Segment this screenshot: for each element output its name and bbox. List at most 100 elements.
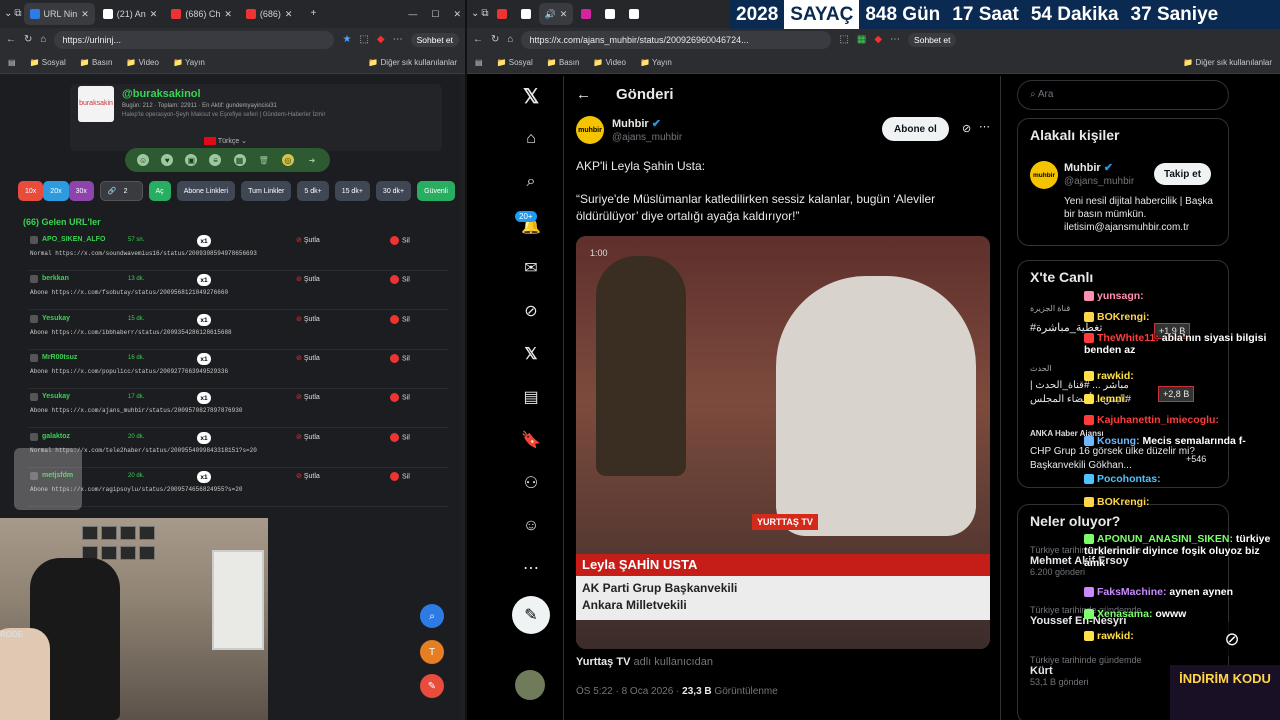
tab-x[interactable]: [623, 3, 645, 25]
tab-x[interactable]: [599, 3, 621, 25]
skip-button[interactable]: ⊘ Şutla: [296, 354, 320, 362]
bookmark-folder[interactable]: 📁 Video: [593, 58, 626, 67]
post-time[interactable]: ÖS 5:22 · 8 Oca 2026 ·: [576, 686, 682, 697]
row-multiplier[interactable]: x1: [197, 392, 211, 404]
bookmarks-icon[interactable]: 🔖: [521, 430, 541, 450]
grok-float-icon[interactable]: ⊘: [1212, 622, 1252, 656]
search-float-button[interactable]: ⌕: [420, 604, 444, 628]
new-tab-button[interactable]: +: [310, 9, 316, 19]
x-logo-icon[interactable]: 𝕏: [521, 86, 541, 108]
close-window-button[interactable]: ✕: [453, 9, 461, 20]
right-url-field[interactable]: https://x.com/ajans_muhbir/status/200926…: [521, 31, 832, 49]
grok-icon[interactable]: ⊘: [962, 122, 971, 135]
tab-x[interactable]: (21) An ✕: [97, 3, 164, 25]
row-link[interactable]: Normal https://x.com/soundwavemius16/sta…: [30, 250, 257, 257]
back-arrow-icon[interactable]: ←: [576, 86, 591, 103]
account-avatar[interactable]: [515, 670, 545, 700]
workspaces-icon[interactable]: ⧉: [481, 9, 488, 19]
tool-icon[interactable]: ▣: [185, 154, 198, 166]
row-username[interactable]: galaktoz: [42, 433, 70, 440]
tool-icon[interactable]: ☺: [137, 154, 150, 166]
delete-button[interactable]: Sil: [390, 433, 410, 442]
tab-youtube[interactable]: [491, 3, 513, 25]
home-icon[interactable]: ⌂: [507, 35, 513, 45]
bookmark-folder[interactable]: 📁 Basın: [547, 58, 580, 67]
related-name[interactable]: Muhbir ✔: [1064, 161, 1113, 174]
other-favorites[interactable]: 📁 Diğer sık kullanılanlar: [368, 58, 457, 67]
row-username[interactable]: Yesukay: [42, 315, 70, 322]
bookmark-folder[interactable]: 📁 Sosyal: [30, 58, 66, 67]
tool-icon[interactable]: ◎: [281, 154, 294, 166]
extension-icon[interactable]: ⬚: [839, 35, 848, 45]
subscriber-links-button[interactable]: Abone Linkleri: [176, 181, 236, 201]
related-avatar[interactable]: muhbir: [1030, 161, 1058, 189]
skip-button[interactable]: ⊘ Şutla: [296, 393, 320, 401]
tool-icon[interactable]: ♥: [161, 154, 174, 166]
other-favorites[interactable]: 📁 Diğer sık kullanılanlar: [1183, 58, 1272, 67]
skip-button[interactable]: ⊘ Şutla: [296, 472, 320, 480]
maximize-button[interactable]: ☐: [431, 9, 439, 20]
skip-button[interactable]: ⊘ Şutla: [296, 315, 320, 323]
all-links-button[interactable]: Tum Linkler: [241, 181, 292, 201]
row-username[interactable]: Yesukay: [42, 393, 70, 400]
row-multiplier[interactable]: x1: [197, 353, 211, 365]
favorites-icon[interactable]: ▤: [475, 58, 483, 67]
row-multiplier[interactable]: x1: [197, 274, 211, 286]
filter-30min-button[interactable]: 30 dk+: [375, 181, 412, 201]
tab-url-ninja[interactable]: URL Nin ✕: [23, 3, 95, 25]
bookmark-folder[interactable]: 📁 Video: [126, 58, 159, 67]
search-box[interactable]: ⌕ Ara: [1017, 80, 1229, 110]
tab-instagram[interactable]: [575, 3, 597, 25]
t-float-button[interactable]: T: [420, 640, 444, 664]
workspaces-icon[interactable]: ⧉: [14, 9, 21, 19]
extension-icon[interactable]: ◆: [874, 35, 882, 45]
home-icon[interactable]: ⌂: [521, 129, 541, 149]
filter-5min-button[interactable]: 5 dk+: [297, 181, 329, 201]
author-name[interactable]: Muhbir ✔: [612, 117, 661, 130]
back-icon[interactable]: ←: [473, 35, 483, 45]
skip-button[interactable]: ⊘ Şutla: [296, 275, 320, 283]
delete-button[interactable]: Sil: [390, 236, 410, 245]
home-icon[interactable]: ⌂: [40, 35, 46, 45]
source-user[interactable]: Yurttaş TV: [576, 656, 630, 668]
copilot-chat-button[interactable]: Sohbet et: [908, 33, 957, 47]
row-link[interactable]: Abone https://x.com/ajans_muhbir/status/…: [30, 407, 242, 414]
profile-icon[interactable]: ☺: [521, 516, 541, 536]
messages-icon[interactable]: ✉: [521, 258, 541, 278]
follow-button[interactable]: Abone ol: [882, 117, 949, 141]
minimize-button[interactable]: —: [408, 9, 417, 20]
tool-icon[interactable]: ▦: [233, 154, 246, 166]
trash-icon[interactable]: 🗑: [258, 154, 270, 166]
tab-menu-icon[interactable]: ⌄: [471, 9, 479, 19]
compose-post-button[interactable]: ✎: [512, 596, 550, 634]
row-link[interactable]: Abone https://x.com/populicc/status/2009…: [30, 368, 228, 375]
communities-icon[interactable]: ⚇: [521, 473, 541, 493]
row-multiplier[interactable]: x1: [197, 432, 211, 444]
speed-10x-button[interactable]: 10x: [18, 181, 44, 201]
row-username[interactable]: MrR00tsuz: [42, 354, 77, 361]
bookmark-folder[interactable]: 📁 Yayın: [640, 58, 672, 67]
post-video[interactable]: 1:00 YURTTAŞ TV Leyla ŞAHİN USTA AK Part…: [576, 236, 990, 649]
tab-youtube-2[interactable]: (686) ✕: [240, 3, 299, 25]
row-link[interactable]: Abone https://x.com/fsobutay/status/2009…: [30, 289, 228, 296]
favorite-star-icon[interactable]: ★: [342, 35, 351, 45]
left-url-field[interactable]: https://urlninj...: [54, 31, 335, 49]
back-icon[interactable]: ←: [6, 35, 16, 45]
speed-30x-button[interactable]: 30x: [68, 181, 94, 201]
tab-menu-icon[interactable]: ⌄: [4, 9, 12, 19]
tool-float-button[interactable]: ✎: [420, 674, 444, 698]
settings-more-icon[interactable]: ⋯: [890, 35, 900, 45]
grok-icon[interactable]: ⊘: [521, 301, 541, 321]
follow-button[interactable]: Takip et: [1154, 163, 1212, 185]
delete-button[interactable]: Sil: [390, 393, 410, 402]
copilot-chat-button[interactable]: Sohbet et: [410, 33, 459, 47]
premium-x-icon[interactable]: 𝕏: [521, 344, 541, 364]
explore-search-icon[interactable]: ⌕: [521, 172, 541, 192]
author-avatar[interactable]: muhbir: [576, 116, 604, 144]
tab-youtube-1[interactable]: (686) Ch ✕: [165, 3, 238, 25]
refresh-icon[interactable]: ↻: [24, 35, 32, 45]
delete-button[interactable]: Sil: [390, 472, 410, 481]
tab-x-active[interactable]: 🔊 ✕: [538, 3, 574, 25]
filter-15min-button[interactable]: 15 dk+: [334, 181, 370, 201]
more-icon[interactable]: ⋯: [521, 558, 541, 578]
